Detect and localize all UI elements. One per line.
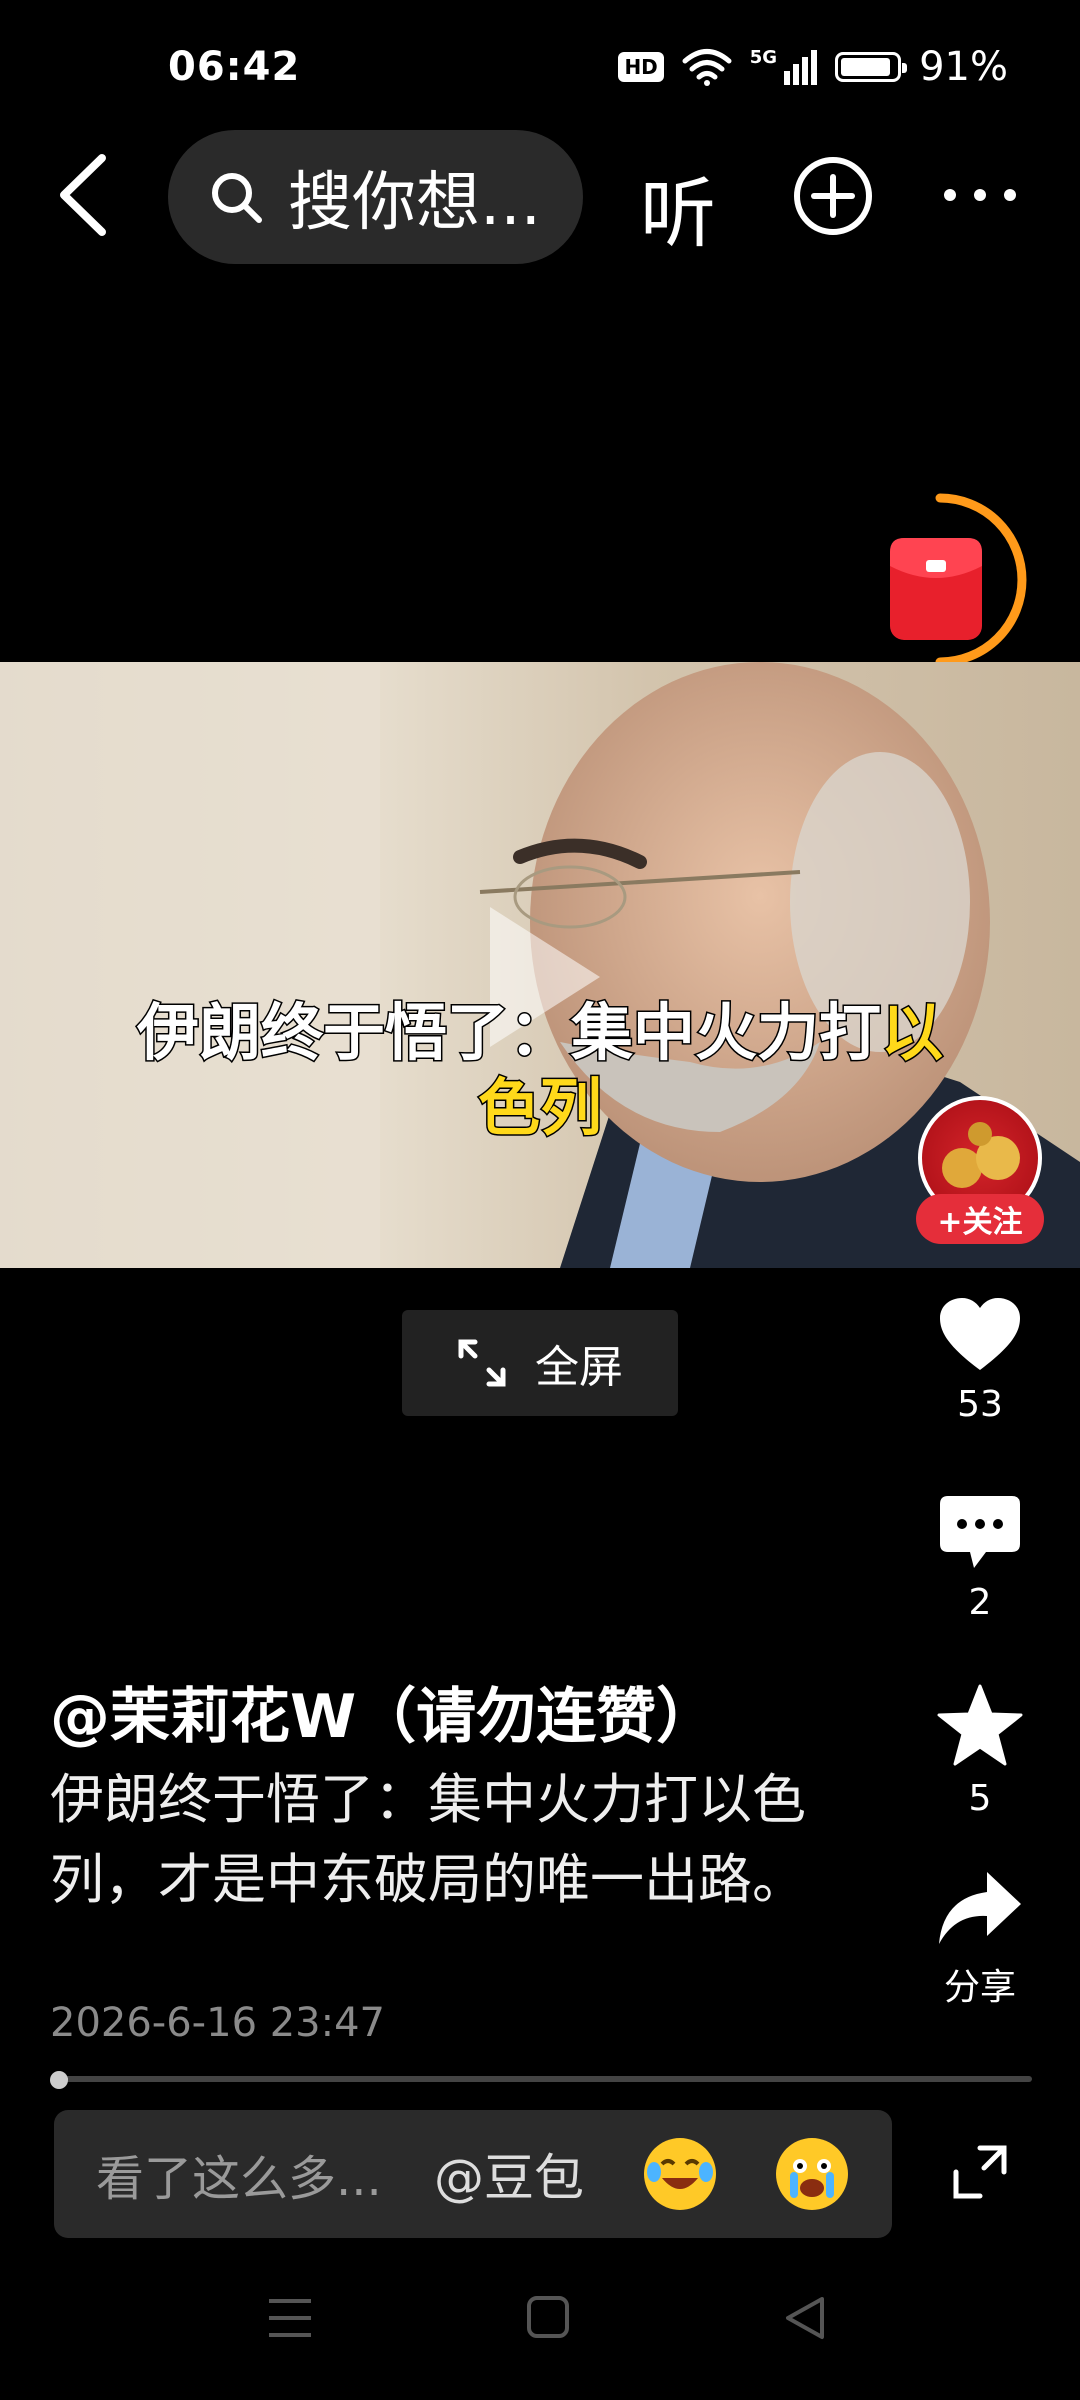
heart-icon [940,1298,1020,1370]
home-nav-icon[interactable] [526,2295,570,2339]
red-packet-button[interactable] [880,490,1030,670]
status-time: 06:42 [168,44,301,90]
back-nav-icon[interactable] [782,2295,826,2341]
search-bar[interactable]: 搜你想... [168,130,583,264]
comment-button[interactable]: 2 [930,1494,1030,1623]
menu-nav-icon[interactable] [265,2295,315,2341]
laughing-emoji-icon[interactable] [644,2138,716,2210]
expand-icon[interactable] [950,2142,1010,2202]
crying-face-icon [790,2159,834,2198]
fullscreen-button[interactable]: 全屏 [402,1310,678,1416]
battery-percent: 91% [919,44,1008,90]
network-type: 5G [749,46,778,68]
post-description: 伊朗终于悟了：集中火力打以色列，才是中东破局的唯一出路。 [50,1768,806,1911]
laughing-face-icon [647,2159,713,2189]
search-text: 搜你想... [288,166,542,240]
comment-icon [940,1496,1020,1568]
signal-icon [784,50,818,85]
like-count: 53 [957,1384,1003,1425]
video-progress-bar[interactable] [58,2076,1032,2082]
status-icons: HD 5G 91% [618,44,1008,90]
favorite-count: 5 [968,1778,992,1819]
battery-icon [835,52,908,82]
like-button[interactable]: 53 [930,1296,1030,1425]
back-button[interactable] [50,150,120,240]
post-timestamp: 2026-6-16 23:47 [50,2000,385,2046]
progress-knob[interactable] [50,2071,68,2089]
expand-arrows-icon [458,1339,506,1387]
share-button[interactable]: 分享 [930,1870,1030,2010]
search-icon [212,173,262,223]
fullscreen-label: 全屏 [535,1342,623,1393]
wifi-icon [682,49,732,86]
add-button[interactable] [792,155,874,237]
listen-button[interactable]: 听 [640,152,716,262]
follow-button[interactable]: +关注 [916,1194,1044,1244]
comment-count: 2 [968,1582,992,1623]
share-label: 分享 [943,1967,1016,2008]
video-player[interactable]: 伊朗终于悟了：集中火力打以 色列 [0,662,1080,1268]
author-name[interactable]: @茉莉花W（请勿连赞） [50,1668,716,1755]
battery-fill [841,58,891,76]
comment-input[interactable]: 看了这么多... @豆包 [54,2110,892,2238]
video-subtitle-line2: 色列 [476,1070,603,1146]
favorite-button[interactable]: 5 [930,1684,1030,1819]
share-arrow-icon [939,1872,1021,1944]
more-options-button[interactable] [940,180,1020,210]
crying-emoji-icon[interactable] [776,2138,848,2210]
hd-icon: HD [618,52,664,82]
comment-placeholder: 看了这么多... [96,2151,382,2207]
mention-doubao[interactable]: @豆包 [434,2138,584,2210]
star-icon [937,1684,1023,1766]
